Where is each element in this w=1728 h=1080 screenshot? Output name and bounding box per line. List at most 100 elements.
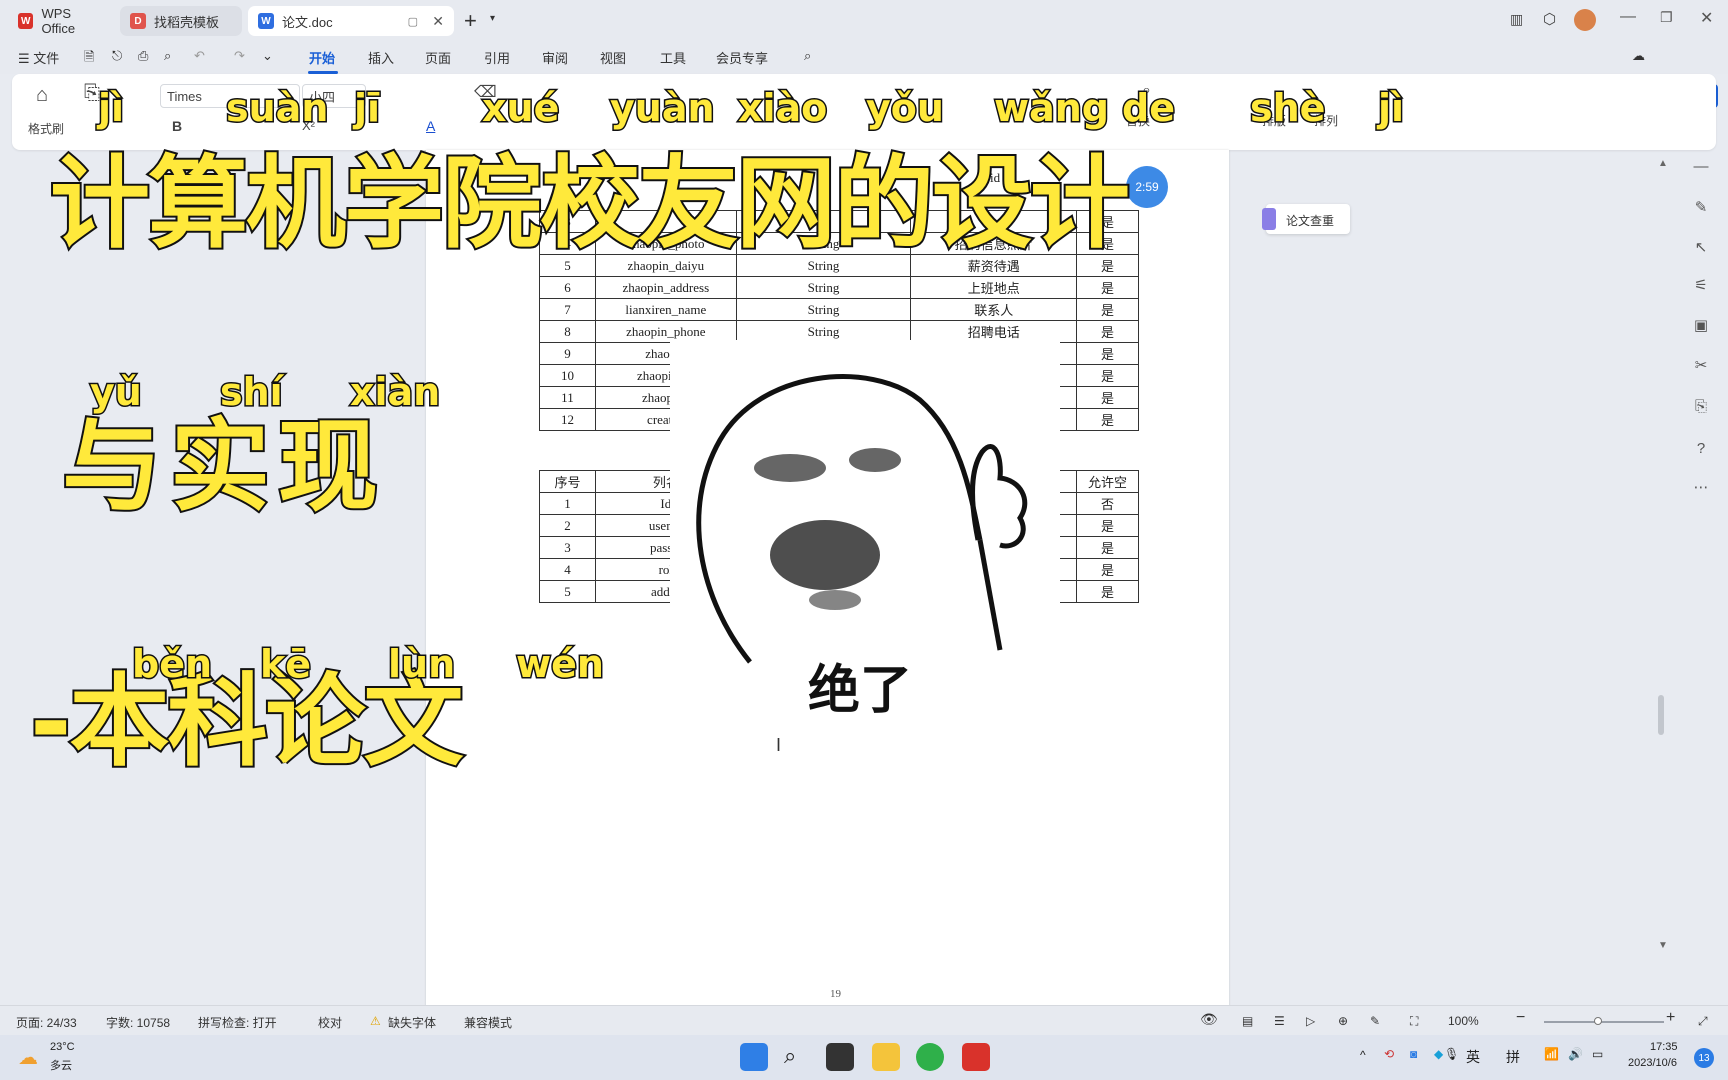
save-icon[interactable]: 🗎 <box>84 48 94 70</box>
notification-badge[interactable]: 13 <box>1694 1048 1714 1068</box>
wps-taskbar-icon[interactable] <box>962 1043 990 1071</box>
tab-label: 找稻壳模板 <box>154 14 220 30</box>
page-view-icon[interactable]: ▤ <box>1242 1014 1253 1028</box>
spell-check-toggle[interactable]: 拼写检查: 打开 <box>198 1014 277 1031</box>
undo-icon[interactable]: ↶ <box>194 48 205 64</box>
adjust-icon[interactable]: ⚟ <box>1690 276 1712 294</box>
missing-font-button[interactable]: 缺失字体 <box>388 1014 436 1031</box>
overlay-line-1: 计算机学院校友网的设计 <box>48 143 1132 264</box>
new-tab-icon[interactable]: + <box>464 8 477 34</box>
web-view-icon[interactable]: ⊕ <box>1338 1014 1348 1028</box>
outline-view-icon[interactable]: ☰ <box>1274 1014 1285 1028</box>
menu-insert[interactable]: 插入 <box>368 48 394 67</box>
weather-icon[interactable]: ☁ <box>18 1045 38 1070</box>
close-tab-icon[interactable]: ✕ <box>432 13 444 30</box>
pen-icon[interactable]: ✎ <box>1690 198 1712 216</box>
zoom-out-icon[interactable]: − <box>1516 1009 1525 1027</box>
zoom-slider-handle[interactable] <box>1594 1017 1602 1025</box>
annotate-icon[interactable]: ✎ <box>1370 1014 1380 1028</box>
search-icon[interactable]: ⌕ <box>784 1043 796 1069</box>
pinyin-syllable: xiàn <box>348 369 441 416</box>
minimize-icon[interactable]: — <box>1620 8 1636 26</box>
menu-member[interactable]: 会员专享 <box>716 48 768 67</box>
pinyin-syllable: wén <box>515 641 606 688</box>
fullscreen-icon[interactable]: ⤢ <box>1698 1014 1708 1029</box>
tab-document[interactable]: W 论文.doc ▢ ✕ <box>248 6 454 36</box>
file-explorer-icon[interactable] <box>872 1043 900 1071</box>
redo-icon[interactable]: ↷ <box>234 48 245 64</box>
paper-check-icon <box>1262 208 1276 230</box>
scroll-up-icon[interactable]: ▲ <box>1658 158 1668 169</box>
collapse-icon[interactable]: — <box>1690 158 1712 175</box>
word-count[interactable]: 字数: 10758 <box>106 1014 170 1031</box>
zoom-level[interactable]: 100% <box>1448 1014 1479 1028</box>
table-row: 7 lianxiren_name String 联系人是 <box>539 298 1139 321</box>
pointer-icon[interactable]: ↖ <box>1690 238 1712 256</box>
pinyin-syllable: xiào <box>736 85 828 132</box>
ime-mode[interactable]: 拼 <box>1506 1047 1520 1067</box>
tray-cyan-icon[interactable]: ◆ <box>1434 1047 1443 1061</box>
table-cell: 是 <box>1076 342 1139 365</box>
restore-icon[interactable]: ❐ <box>1660 9 1673 26</box>
weather-desc[interactable]: 多云 <box>50 1057 72 1073</box>
zoom-in-icon[interactable]: + <box>1666 1009 1675 1027</box>
ime-language[interactable]: 英 <box>1466 1047 1480 1067</box>
paper-check-button[interactable]: 论文查重 <box>1266 204 1350 234</box>
window-mode-icon[interactable]: ▢ <box>408 15 418 28</box>
print-preview-icon[interactable]: ⌕ <box>164 48 171 64</box>
timer-badge[interactable]: 2:59 <box>1126 166 1168 208</box>
scroll-down-icon[interactable]: ▼ <box>1658 940 1668 951</box>
battery-icon[interactable]: ▭ <box>1592 1047 1603 1061</box>
volume-icon[interactable]: 🔊 <box>1568 1047 1583 1061</box>
clock-time[interactable]: 17:35 <box>1650 1041 1678 1053</box>
play-icon[interactable]: ▷ <box>1306 1014 1315 1028</box>
text-cursor-icon: I <box>776 735 782 755</box>
page-count[interactable]: 页面: 24/33 <box>16 1014 77 1031</box>
chevron-up-icon[interactable]: ^ <box>1360 1048 1366 1062</box>
weather-temp[interactable]: 23°C <box>50 1041 75 1053</box>
image-icon[interactable]: ▣ <box>1690 316 1712 334</box>
close-window-icon[interactable]: ✕ <box>1700 8 1713 28</box>
format-painter-icon[interactable]: ⌂ <box>36 84 48 107</box>
menu-file[interactable]: ☰ 文件 <box>18 48 59 67</box>
table-cell: 是 <box>1076 364 1139 387</box>
layout-icon[interactable]: ▥ <box>1510 11 1523 28</box>
microphone-icon[interactable]: 🎙 <box>1444 1047 1459 1061</box>
task-view-icon[interactable] <box>826 1043 854 1071</box>
app-tray-icon[interactable]: ⟲ <box>1384 1047 1394 1061</box>
fit-icon[interactable]: ⛶ <box>1410 1014 1418 1029</box>
link-icon[interactable]: ⎋ <box>112 48 122 64</box>
wifi-icon[interactable]: 📶 <box>1544 1047 1559 1061</box>
tab-wps-office[interactable]: W WPS Office <box>8 6 116 36</box>
scrollbar-thumb[interactable] <box>1658 695 1664 735</box>
cube-icon[interactable]: ⬡ <box>1543 10 1556 28</box>
menu-home[interactable]: 开始 <box>309 48 335 67</box>
translate-icon[interactable]: ⎘ <box>1690 398 1712 415</box>
menu-references[interactable]: 引用 <box>484 48 510 67</box>
tray-blue-icon[interactable]: ◙ <box>1410 1047 1417 1061</box>
zoom-slider[interactable] <box>1544 1021 1664 1023</box>
chevron-down-icon[interactable]: ⌄ <box>262 48 273 64</box>
search-icon[interactable]: ⌕ <box>804 48 811 64</box>
wechat-icon[interactable] <box>916 1043 944 1071</box>
clock-date[interactable]: 2023/10/6 <box>1628 1057 1677 1069</box>
more-icon[interactable]: ⋯ <box>1690 478 1712 496</box>
table-cell: 是 <box>1076 276 1139 299</box>
menu-review[interactable]: 审阅 <box>542 48 568 67</box>
menu-view[interactable]: 视图 <box>600 48 626 67</box>
cloud-icon[interactable]: ☁ <box>1632 48 1645 64</box>
table-cell: 8 <box>539 320 596 343</box>
help-icon[interactable]: ? <box>1690 440 1712 457</box>
menu-tools[interactable]: 工具 <box>660 48 686 67</box>
start-icon[interactable] <box>740 1043 768 1071</box>
tools-icon[interactable]: ✂ <box>1690 356 1712 374</box>
tab-docer-templates[interactable]: D 找稻壳模板 <box>120 6 242 36</box>
chevron-down-icon[interactable]: ▾ <box>490 13 495 24</box>
menu-bar: ☰ 文件 🗎 ⎋ ⎙ ⌕ ↶ ↷ ⌄ 开始 插入 页面 引用 审阅 视图 工具 … <box>0 40 1728 108</box>
table-header-cell: 允许空 <box>1076 470 1139 493</box>
proofread-button[interactable]: 校对 <box>318 1014 342 1031</box>
eye-icon[interactable]: 👁 <box>1200 1011 1218 1028</box>
menu-page[interactable]: 页面 <box>425 48 451 67</box>
print-icon[interactable]: ⎙ <box>138 48 148 64</box>
avatar[interactable] <box>1574 9 1596 31</box>
